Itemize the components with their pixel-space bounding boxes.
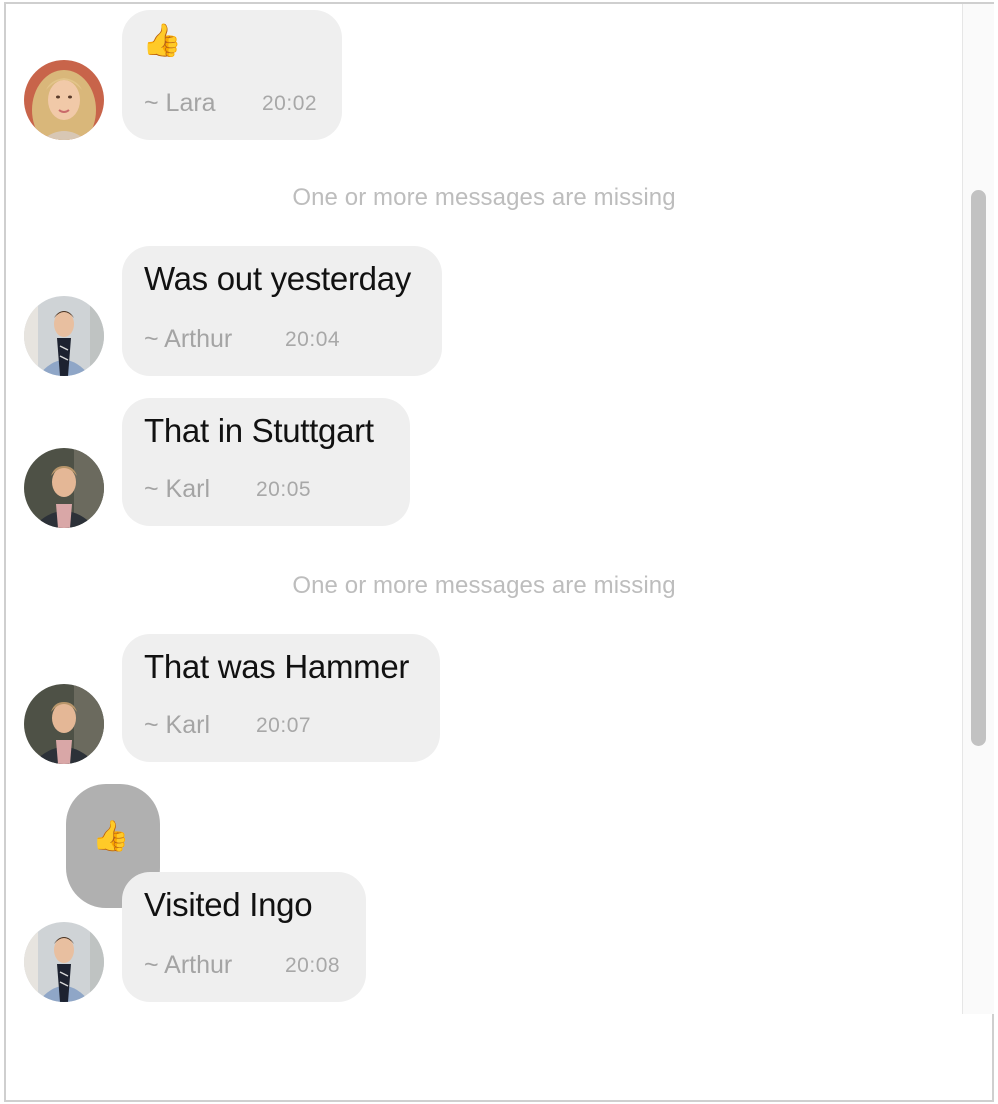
message-text: That was Hammer <box>144 648 410 685</box>
sender-name: ~ Arthur <box>144 951 233 979</box>
message-text: Visited Ingo <box>144 886 313 923</box>
message-time: 20:08 <box>285 954 341 977</box>
message-bubble[interactable]: That in Stuttgart ~ Karl 20:05 <box>122 398 410 526</box>
sender-name: ~ Arthur <box>144 325 233 353</box>
message-text: Was out yesterday <box>144 260 411 297</box>
lara-avatar[interactable] <box>24 60 104 140</box>
karl-avatar[interactable] <box>24 684 104 764</box>
message-time: 20:02 <box>262 92 318 115</box>
missing-messages-notice: One or more messages are missing <box>292 572 676 599</box>
message-list[interactable]: 👍 ~ Lara 20:02 One or more messages are … <box>6 4 962 1014</box>
scrollbar-thumb[interactable] <box>971 190 986 746</box>
sender-name: ~ Lara <box>144 89 216 117</box>
message-bubble[interactable]: That was Hammer ~ Karl 20:07 <box>122 634 440 762</box>
message-text: That in Stuttgart <box>144 412 374 449</box>
message-bubble[interactable]: 👍 ~ Lara 20:02 <box>122 10 342 140</box>
chat-window: 👍 ~ Lara 20:02 One or more messages are … <box>4 2 994 1102</box>
thumbs-up-emoji: 👍 <box>142 22 182 58</box>
karl-avatar[interactable] <box>24 448 104 528</box>
thumbs-up-emoji: 👍 <box>92 820 130 853</box>
arthur-avatar[interactable] <box>24 296 104 376</box>
message-bubble[interactable]: Was out yesterday ~ Arthur 20:04 <box>122 246 442 376</box>
message-time: 20:05 <box>256 478 312 501</box>
missing-messages-notice: One or more messages are missing <box>292 184 676 211</box>
message-time: 20:07 <box>256 714 312 737</box>
scrollbar-track[interactable] <box>962 4 994 1014</box>
arthur-avatar[interactable] <box>24 922 104 1002</box>
sender-name: ~ Karl <box>144 475 211 503</box>
message-time: 20:04 <box>285 328 341 351</box>
sender-name: ~ Karl <box>144 711 211 739</box>
message-bubble[interactable]: Visited Ingo ~ Arthur 20:08 <box>122 872 366 1002</box>
